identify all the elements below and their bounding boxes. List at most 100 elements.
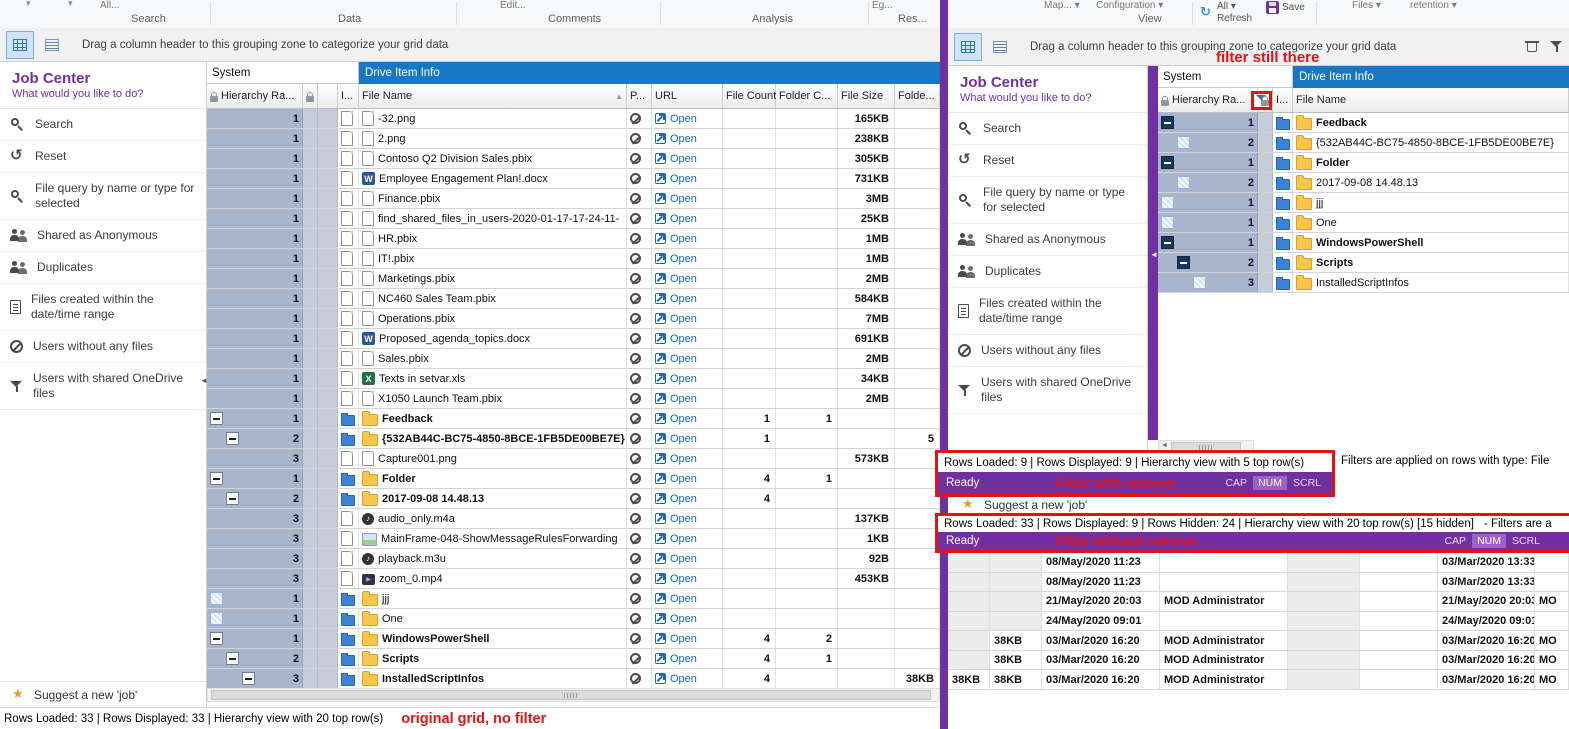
sidebar-item[interactable]: Reset [0, 141, 206, 173]
ribbon-fragment[interactable]: Eg... [872, 0, 893, 11]
expand-collapse-box[interactable] [242, 672, 255, 685]
grid-row[interactable]: 38KB03/Mar/2020 16:20MOD Administrator03… [948, 631, 1569, 651]
grid-row[interactable]: 12.pngOpen238KB [207, 129, 940, 149]
open-link[interactable]: Open [652, 289, 723, 308]
grid-row[interactable]: 1HR.pbixOpen1MB [207, 229, 940, 249]
grid-row[interactable]: 1Feedback [1158, 113, 1569, 133]
grid-row[interactable]: 3zoom_0.mp4Open453KB [207, 569, 940, 589]
selection-checker-box[interactable] [1177, 176, 1190, 189]
open-link[interactable]: Open [652, 609, 723, 628]
refresh-button[interactable]: All ▾Refresh [1200, 1, 1252, 24]
grid-row[interactable]: 3InstalledScriptInfosOpen438KB [207, 669, 940, 689]
sidebar-item[interactable]: Duplicates [948, 256, 1147, 288]
ribbon-dropdown[interactable]: Configuration ▾ [1096, 0, 1163, 11]
column-header[interactable]: File Count [723, 84, 776, 108]
left-horizontal-scrollbar[interactable] [207, 688, 940, 702]
open-link[interactable]: Open [652, 269, 723, 288]
open-link[interactable]: Open [652, 329, 723, 348]
open-link[interactable]: Open [652, 649, 723, 668]
grid-row[interactable]: 1NC460 Sales Team.pbixOpen584KB [207, 289, 940, 309]
grid-row[interactable]: 1FolderOpen41 [207, 469, 940, 489]
sidebar-item[interactable]: Search [948, 113, 1147, 145]
group-header-drive-item-info[interactable]: Drive Item Info [359, 62, 940, 84]
sidebar-item[interactable]: Users without any files [948, 335, 1147, 367]
column-header[interactable]: I... [1273, 88, 1293, 112]
left-grouping-bar[interactable]: Drag a column header to this grouping zo… [0, 28, 940, 62]
column-header[interactable]: File Name▲ [359, 84, 627, 108]
open-link[interactable]: Open [652, 629, 723, 648]
collapse-sidebar-arrow[interactable]: ◄ [200, 376, 208, 385]
expand-collapse-box[interactable] [210, 412, 223, 425]
dropdown-caret-icon[interactable]: ▾ [26, 0, 31, 9]
column-header[interactable]: Hierarchy Ra... [1158, 88, 1258, 112]
grid-row[interactable]: 21/May/2020 20:03MOD Administrator21/May… [948, 592, 1569, 612]
sidebar-item[interactable]: Shared as Anonymous [0, 220, 206, 252]
expand-collapse-box[interactable] [1161, 156, 1174, 169]
save-button[interactable]: Save [1266, 1, 1305, 14]
suggest-job-button[interactable]: Suggest a new 'job' [948, 496, 1148, 513]
column-header[interactable]: I... [338, 84, 359, 108]
sidebar-item[interactable]: Files created within the date/time range [948, 288, 1147, 335]
open-link[interactable]: Open [652, 409, 723, 428]
column-header[interactable] [1258, 88, 1273, 112]
grid-row[interactable]: 1X1050 Launch Team.pbixOpen2MB [207, 389, 940, 409]
open-link[interactable]: Open [652, 189, 723, 208]
expand-collapse-box[interactable] [210, 472, 223, 485]
grid-row[interactable]: 1Marketings.pbixOpen2MB [207, 269, 940, 289]
expand-collapse-box[interactable] [1161, 116, 1174, 129]
open-link[interactable]: Open [652, 529, 723, 548]
grid-row[interactable]: 2ScriptsOpen41 [207, 649, 940, 669]
grid-row[interactable]: 1FeedbackOpen11 [207, 409, 940, 429]
open-link[interactable]: Open [652, 169, 723, 188]
column-header[interactable]: File Size [838, 84, 895, 108]
filter-icon[interactable] [1550, 40, 1563, 53]
open-link[interactable]: Open [652, 509, 723, 528]
grid-row[interactable]: 1Contoso Q2 Division Sales.pbixOpen305KB [207, 149, 940, 169]
expand-collapse-box[interactable] [226, 492, 239, 505]
column-header[interactable]: URL [652, 84, 723, 108]
selection-checker-box[interactable] [1161, 216, 1174, 229]
ribbon-fragment[interactable]: All... [100, 0, 119, 11]
sidebar-item[interactable]: Shared as Anonymous [948, 224, 1147, 256]
scrollbar-thumb[interactable] [211, 690, 931, 700]
expand-collapse-box[interactable] [1177, 256, 1190, 269]
open-link[interactable]: Open [652, 589, 723, 608]
grid-row[interactable]: 08/May/2020 11:2303/Mar/2020 13:33 [948, 553, 1569, 573]
open-link[interactable]: Open [652, 249, 723, 268]
open-link[interactable]: Open [652, 229, 723, 248]
open-link[interactable]: Open [652, 669, 723, 688]
column-header[interactable]: Folde... [895, 84, 940, 108]
column-header[interactable] [303, 84, 318, 108]
selection-checker-box[interactable] [210, 592, 223, 605]
grid-row[interactable]: 2{532AB44C-BC75-4850-8BCE-1FB5DE00BE7E}O… [207, 429, 940, 449]
sidebar-item[interactable]: File query by name or type for selected [0, 173, 206, 220]
grid-row[interactable]: 08/May/2020 11:2303/Mar/2020 13:33 [948, 573, 1569, 593]
column-header[interactable]: Folder C... [776, 84, 838, 108]
column-header[interactable]: P... [627, 84, 652, 108]
open-link[interactable]: Open [652, 389, 723, 408]
column-header[interactable]: Hierarchy Ra... [207, 84, 303, 108]
grid-row[interactable]: 1Sales.pbixOpen2MB [207, 349, 940, 369]
collapse-sidebar-arrow[interactable]: ◄ [1150, 250, 1158, 259]
grid-row[interactable]: 1jjj [1158, 193, 1569, 213]
grid-row[interactable]: 3playback.m3uOpen92B [207, 549, 940, 569]
list-view-toggle[interactable] [986, 33, 1014, 61]
open-link[interactable]: Open [652, 489, 723, 508]
grid-row[interactable]: 2{532AB44C-BC75-4850-8BCE-1FB5DE00BE7E} [1158, 133, 1569, 153]
grid-row[interactable]: 1IT!.pbixOpen1MB [207, 249, 940, 269]
grid-row[interactable]: 3InstalledScriptInfos [1158, 273, 1569, 293]
ribbon-dropdown[interactable]: retention ▾ [1410, 0, 1457, 11]
grid-row[interactable]: 1Texts in setvar.xlsOpen34KB [207, 369, 940, 389]
group-header-system[interactable]: System [207, 62, 359, 84]
grid-row[interactable]: 1WindowsPowerShell [1158, 233, 1569, 253]
suggest-job-button[interactable]: Suggest a new 'job' [0, 681, 206, 707]
ribbon-dropdown[interactable]: Map... ▾ [1044, 0, 1080, 11]
open-link[interactable]: Open [652, 209, 723, 228]
open-link[interactable]: Open [652, 109, 723, 128]
grid-row[interactable]: 38KB38KB03/Mar/2020 16:20MOD Administrat… [948, 670, 1569, 690]
sidebar-item[interactable]: File query by name or type for selected [948, 177, 1147, 224]
open-link[interactable]: Open [652, 549, 723, 568]
column-header[interactable] [318, 84, 338, 108]
grid-row[interactable]: 1One [1158, 213, 1569, 233]
grid-row[interactable]: 3Capture001.pngOpen573KB [207, 449, 940, 469]
